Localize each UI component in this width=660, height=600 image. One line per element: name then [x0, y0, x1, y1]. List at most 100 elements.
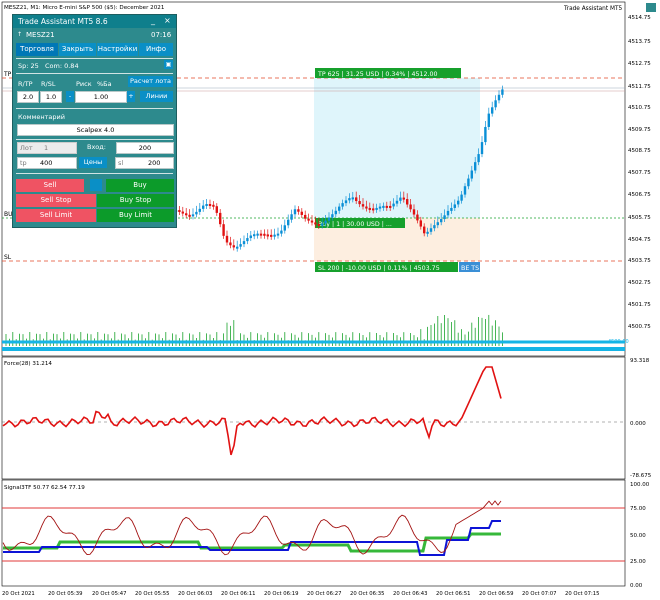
candle	[270, 234, 273, 237]
camera-icon[interactable]: ▣	[164, 60, 173, 69]
tab-trade[interactable]: Торговля	[16, 43, 58, 56]
candle	[290, 214, 293, 220]
candle	[484, 126, 487, 143]
risk-plus-button[interactable]: +	[127, 91, 135, 102]
signal-label: 0.00	[630, 583, 643, 589]
price-label: 4507.75	[628, 170, 651, 176]
sell-limit-button[interactable]: Sell Limit	[16, 209, 96, 222]
rr-input[interactable]: 2.0	[17, 91, 39, 103]
symbol-row: ↑ MESZ21 07:16	[13, 29, 176, 41]
price-label: 4513.75	[628, 39, 651, 45]
buy-stop-button[interactable]: Buy Stop	[97, 194, 174, 207]
lines-button[interactable]: Линии	[140, 91, 173, 102]
candle	[297, 209, 300, 212]
tab-info[interactable]: Инфо	[139, 43, 173, 56]
candle	[222, 224, 225, 236]
candle	[215, 206, 218, 213]
price-label: 4512.75	[628, 61, 651, 67]
buy-button[interactable]: Buy	[106, 179, 174, 192]
candle	[412, 209, 416, 215]
candle	[429, 228, 433, 232]
candle	[395, 200, 399, 204]
price-label: 4509.75	[628, 127, 651, 133]
price-label: 4508.75	[628, 148, 651, 154]
divider	[16, 108, 173, 109]
indicator-icon[interactable]	[646, 3, 656, 12]
tab-close[interactable]: Закрыть	[59, 43, 96, 56]
candle	[266, 234, 269, 237]
candle	[191, 214, 195, 217]
candle	[263, 233, 266, 236]
prices-button[interactable]: Цены	[79, 157, 107, 168]
candle	[181, 211, 184, 214]
lot-field[interactable]: Лот 1	[17, 142, 77, 154]
sl-line-label: SL	[4, 254, 12, 261]
comment-input[interactable]: Scalpex 4.0	[17, 124, 174, 136]
candle	[198, 208, 201, 212]
candle	[467, 178, 470, 187]
candle	[188, 214, 191, 217]
risk-input[interactable]: 1.00	[75, 91, 127, 103]
candle	[348, 198, 351, 201]
candle	[344, 200, 348, 204]
candle	[365, 206, 368, 209]
symbol-label: MESZ21	[26, 31, 55, 39]
price-label: 4506.75	[628, 192, 651, 198]
risk-minus-button[interactable]: -	[66, 91, 74, 102]
swap-toggle[interactable]	[90, 179, 102, 191]
candle	[402, 197, 405, 200]
candle	[416, 214, 419, 221]
candle	[280, 230, 283, 234]
candle	[239, 244, 242, 247]
candle	[453, 204, 456, 208]
sell-button[interactable]: Sell	[16, 179, 84, 192]
sl-field[interactable]: sl 200	[115, 157, 174, 169]
time-label: 20 Oct 06:59	[479, 591, 514, 597]
entry-input[interactable]: 200	[116, 142, 174, 154]
buy-limit-button[interactable]: Buy Limit	[97, 209, 174, 222]
price-label: 4505.75	[628, 215, 651, 221]
force-label: 0.000	[630, 421, 646, 427]
candle	[293, 209, 297, 215]
time-label: 20 Oct 05:39	[48, 591, 83, 597]
candle	[208, 204, 212, 207]
chart-title: MESZ21, M1: Micro E-mini S&P 500 ($5): D…	[4, 5, 165, 11]
candle	[202, 205, 205, 209]
pin-icon[interactable]: ↑	[17, 31, 22, 38]
candle	[287, 219, 290, 226]
rr-label: R/TP	[18, 80, 33, 88]
calc-lot-button[interactable]: Расчет лота	[128, 76, 173, 87]
candle	[409, 204, 412, 210]
signal-label: 75.00	[630, 506, 646, 512]
signal-pane	[1, 479, 626, 587]
sell-stop-button[interactable]: Sell Stop	[16, 194, 96, 207]
tp-label: tp	[20, 159, 27, 167]
be-ts-label: BE TS	[461, 265, 479, 272]
candle	[249, 235, 252, 239]
panel-title: Trade Assistant MT5 8.6	[18, 17, 108, 26]
volume-value: 4599.60	[608, 339, 629, 345]
tab-settings[interactable]: Настройки	[97, 43, 138, 56]
candle	[273, 234, 276, 237]
trade-assistant-panel[interactable]: Trade Assistant MT5 8.6 _ × ↑ MESZ21 07:…	[12, 14, 177, 228]
force-label: -78.675	[630, 473, 652, 479]
time-axis: 20 Oct 2021 20 Oct 05:39 20 Oct 05:47 20…	[2, 591, 600, 597]
candle	[389, 205, 392, 208]
candle	[331, 214, 334, 218]
close-icon[interactable]: ×	[164, 16, 171, 25]
candle	[480, 142, 484, 155]
candle	[494, 100, 497, 108]
rsl-input[interactable]: 1.0	[40, 91, 62, 103]
candle	[246, 238, 249, 242]
minimize-icon[interactable]: _	[151, 16, 155, 25]
price-label: 4500.75	[628, 324, 651, 330]
candle	[300, 211, 303, 215]
candle	[399, 197, 402, 201]
panel-titlebar[interactable]: Trade Assistant MT5 8.6 _ ×	[13, 15, 176, 28]
divider	[16, 58, 173, 59]
candle	[334, 210, 337, 215]
candle	[450, 207, 453, 211]
price-label: 4510.75	[628, 105, 651, 111]
tp-field[interactable]: tp 400	[17, 157, 77, 169]
force-pane	[1, 356, 626, 480]
